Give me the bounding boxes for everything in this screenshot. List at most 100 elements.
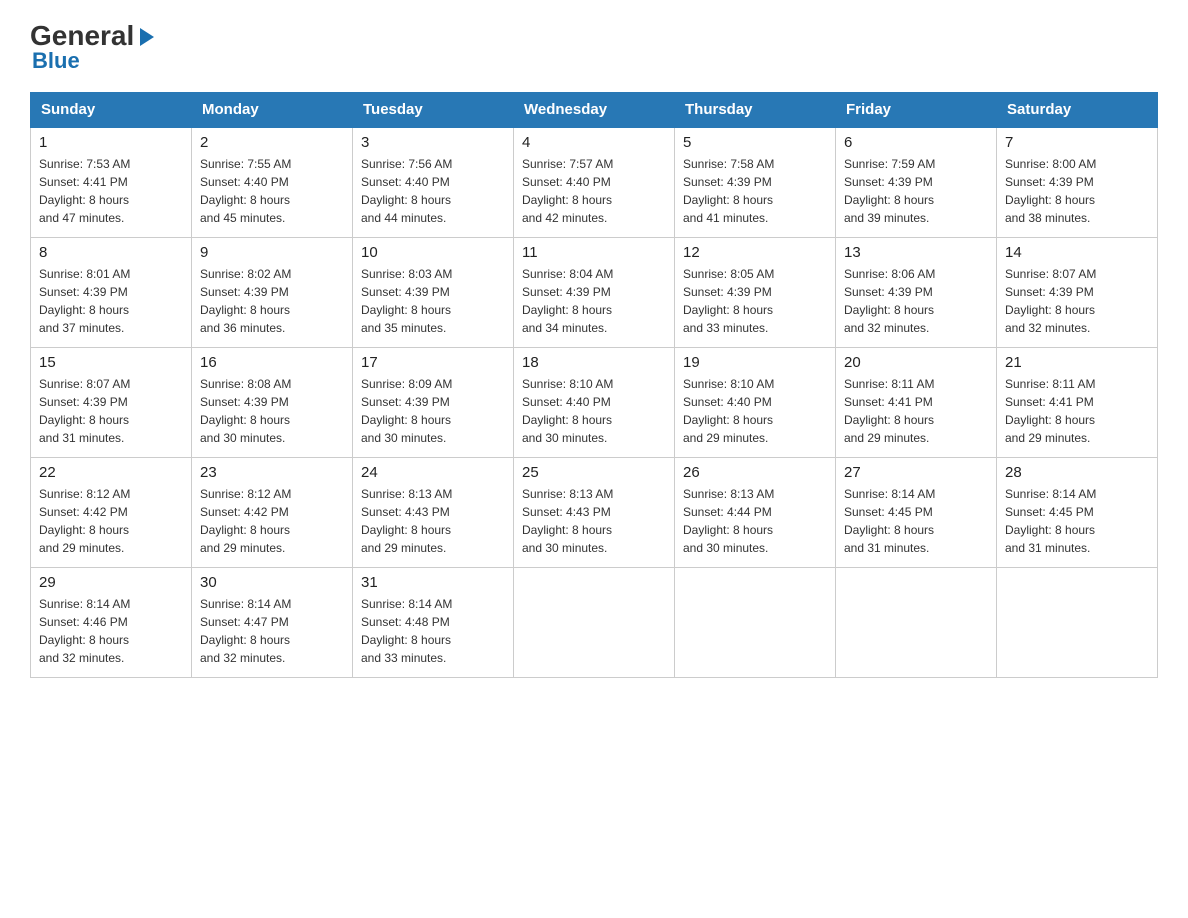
day-info: Sunrise: 8:13 AMSunset: 4:44 PMDaylight:… [683,487,774,555]
week-row-1: 1Sunrise: 7:53 AMSunset: 4:41 PMDaylight… [31,127,1158,237]
day-number: 3 [361,134,505,151]
week-row-3: 15 Sunrise: 8:07 AMSunset: 4:39 PMDayligh… [31,347,1158,457]
day-number: 6 [844,134,988,151]
day-number: 16 [200,354,344,371]
col-header-friday: Friday [836,93,997,128]
day-cell: 2 Sunrise: 7:55 AMSunset: 4:40 PMDaylight… [192,127,353,237]
day-info: Sunrise: 8:14 AMSunset: 4:46 PMDaylight:… [39,597,130,665]
day-cell: 14 Sunrise: 8:07 AMSunset: 4:39 PMDayligh… [997,237,1158,347]
day-info: Sunrise: 8:10 AMSunset: 4:40 PMDaylight:… [522,377,613,445]
day-number: 20 [844,354,988,371]
day-number: 23 [200,464,344,481]
day-number: 21 [1005,354,1149,371]
day-info: Sunrise: 7:56 AMSunset: 4:40 PMDaylight:… [361,157,452,225]
col-header-saturday: Saturday [997,93,1158,128]
day-number: 31 [361,574,505,591]
day-info: Sunrise: 8:03 AMSunset: 4:39 PMDaylight:… [361,267,452,335]
day-number: 26 [683,464,827,481]
day-cell: 6 Sunrise: 7:59 AMSunset: 4:39 PMDaylight… [836,127,997,237]
day-number: 13 [844,244,988,261]
calendar-header-row: SundayMondayTuesdayWednesdayThursdayFrid… [31,93,1158,128]
day-cell: 22Sunrise: 8:12 AMSunset: 4:42 PMDayligh… [31,457,192,567]
page-header: General Blue [30,20,1158,74]
day-number: 12 [683,244,827,261]
day-info: Sunrise: 8:07 AMSunset: 4:39 PMDaylight:… [1005,267,1096,335]
day-cell: 8 Sunrise: 8:01 AMSunset: 4:39 PMDaylight… [31,237,192,347]
day-cell: 24Sunrise: 8:13 AMSunset: 4:43 PMDayligh… [353,457,514,567]
day-info: Sunrise: 8:13 AMSunset: 4:43 PMDaylight:… [522,487,613,555]
day-cell: 26 Sunrise: 8:13 AMSunset: 4:44 PMDayligh… [675,457,836,567]
day-number: 4 [522,134,666,151]
day-cell: 31 Sunrise: 8:14 AMSunset: 4:48 PMDayligh… [353,567,514,677]
day-cell: 28Sunrise: 8:14 AMSunset: 4:45 PMDayligh… [997,457,1158,567]
day-info: Sunrise: 8:08 AMSunset: 4:39 PMDaylight:… [200,377,291,445]
day-cell: 9 Sunrise: 8:02 AMSunset: 4:39 PMDaylight… [192,237,353,347]
day-cell: 21Sunrise: 8:11 AMSunset: 4:41 PMDayligh… [997,347,1158,457]
day-info: Sunrise: 8:02 AMSunset: 4:39 PMDaylight:… [200,267,291,335]
col-header-tuesday: Tuesday [353,93,514,128]
day-number: 24 [361,464,505,481]
day-cell [836,567,997,677]
day-cell: 15 Sunrise: 8:07 AMSunset: 4:39 PMDayligh… [31,347,192,457]
week-row-2: 8 Sunrise: 8:01 AMSunset: 4:39 PMDaylight… [31,237,1158,347]
day-info: Sunrise: 8:10 AMSunset: 4:40 PMDaylight:… [683,377,774,445]
day-cell: 12 Sunrise: 8:05 AMSunset: 4:39 PMDayligh… [675,237,836,347]
day-number: 8 [39,244,183,261]
calendar-table: SundayMondayTuesdayWednesdayThursdayFrid… [30,92,1158,678]
day-number: 11 [522,244,666,261]
day-cell: 25 Sunrise: 8:13 AMSunset: 4:43 PMDayligh… [514,457,675,567]
day-number: 29 [39,574,183,591]
logo-arrow-icon [136,26,158,48]
day-number: 14 [1005,244,1149,261]
day-info: Sunrise: 8:00 AMSunset: 4:39 PMDaylight:… [1005,157,1096,225]
day-number: 25 [522,464,666,481]
day-cell: 4 Sunrise: 7:57 AMSunset: 4:40 PMDaylight… [514,127,675,237]
day-info: Sunrise: 8:06 AMSunset: 4:39 PMDaylight:… [844,267,935,335]
col-header-monday: Monday [192,93,353,128]
logo-blue: Blue [32,48,80,74]
day-number: 18 [522,354,666,371]
day-info: Sunrise: 8:04 AMSunset: 4:39 PMDaylight:… [522,267,613,335]
day-info: Sunrise: 7:57 AMSunset: 4:40 PMDaylight:… [522,157,613,225]
day-info: Sunrise: 7:59 AMSunset: 4:39 PMDaylight:… [844,157,935,225]
day-cell [997,567,1158,677]
day-cell: 18 Sunrise: 8:10 AMSunset: 4:40 PMDayligh… [514,347,675,457]
day-info: Sunrise: 8:14 AMSunset: 4:48 PMDaylight:… [361,597,452,665]
day-info: Sunrise: 8:14 AMSunset: 4:47 PMDaylight:… [200,597,291,665]
col-header-sunday: Sunday [31,93,192,128]
day-number: 1 [39,134,183,151]
day-cell: 5 Sunrise: 7:58 AMSunset: 4:39 PMDaylight… [675,127,836,237]
day-cell: 29 Sunrise: 8:14 AMSunset: 4:46 PMDayligh… [31,567,192,677]
day-info: Sunrise: 8:05 AMSunset: 4:39 PMDaylight:… [683,267,774,335]
day-cell: 10 Sunrise: 8:03 AMSunset: 4:39 PMDayligh… [353,237,514,347]
day-cell: 13 Sunrise: 8:06 AMSunset: 4:39 PMDayligh… [836,237,997,347]
week-row-5: 29 Sunrise: 8:14 AMSunset: 4:46 PMDayligh… [31,567,1158,677]
col-header-thursday: Thursday [675,93,836,128]
day-cell: 19Sunrise: 8:10 AMSunset: 4:40 PMDayligh… [675,347,836,457]
logo: General Blue [30,20,158,74]
day-number: 10 [361,244,505,261]
day-number: 22 [39,464,183,481]
day-number: 15 [39,354,183,371]
day-info: Sunrise: 8:14 AMSunset: 4:45 PMDaylight:… [1005,487,1096,555]
day-number: 27 [844,464,988,481]
day-number: 17 [361,354,505,371]
day-info: Sunrise: 7:58 AMSunset: 4:39 PMDaylight:… [683,157,774,225]
day-info: Sunrise: 8:07 AMSunset: 4:39 PMDaylight:… [39,377,130,445]
day-cell: 1Sunrise: 7:53 AMSunset: 4:41 PMDaylight… [31,127,192,237]
day-cell [675,567,836,677]
day-info: Sunrise: 7:55 AMSunset: 4:40 PMDaylight:… [200,157,291,225]
day-cell: 7Sunrise: 8:00 AMSunset: 4:39 PMDaylight… [997,127,1158,237]
day-cell [514,567,675,677]
day-number: 5 [683,134,827,151]
day-cell: 16 Sunrise: 8:08 AMSunset: 4:39 PMDayligh… [192,347,353,457]
day-cell: 17Sunrise: 8:09 AMSunset: 4:39 PMDayligh… [353,347,514,457]
day-cell: 23Sunrise: 8:12 AMSunset: 4:42 PMDayligh… [192,457,353,567]
week-row-4: 22Sunrise: 8:12 AMSunset: 4:42 PMDayligh… [31,457,1158,567]
day-number: 2 [200,134,344,151]
col-header-wednesday: Wednesday [514,93,675,128]
day-info: Sunrise: 8:11 AMSunset: 4:41 PMDaylight:… [844,377,935,445]
day-number: 9 [200,244,344,261]
day-cell: 20 Sunrise: 8:11 AMSunset: 4:41 PMDayligh… [836,347,997,457]
day-info: Sunrise: 8:01 AMSunset: 4:39 PMDaylight:… [39,267,130,335]
